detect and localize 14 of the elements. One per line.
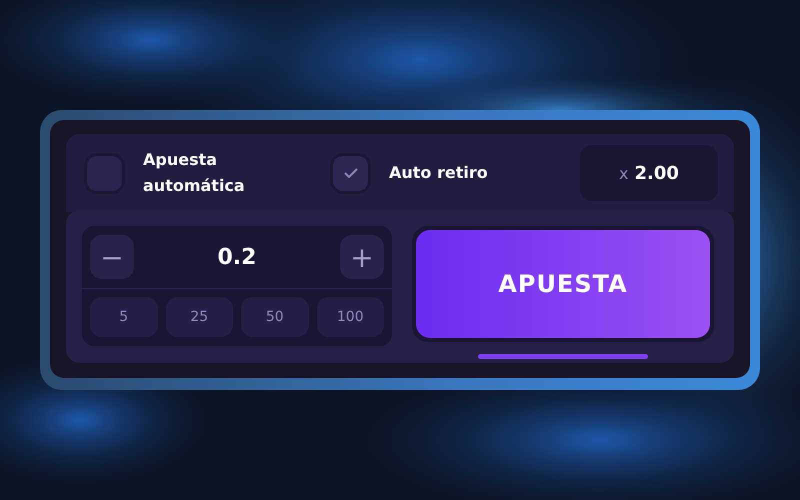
amount-button[interactable]: 100 (316, 297, 384, 337)
amount-button[interactable]: 25 (166, 297, 233, 337)
amount-button[interactable]: 50 (241, 297, 308, 337)
multiplier-field[interactable]: x 2.00 (580, 145, 718, 201)
auto-bet-label: Apuesta automática (143, 149, 246, 197)
bet-button[interactable]: APUESTA (416, 230, 710, 338)
plus-button[interactable]: + (340, 235, 384, 279)
minus-button[interactable]: − (90, 235, 134, 279)
check-icon (344, 168, 358, 178)
stake-value: 0.2 (218, 244, 256, 270)
checkbox[interactable] (333, 156, 368, 190)
checkbox[interactable] (87, 156, 122, 190)
amount-button[interactable]: 5 (90, 297, 158, 337)
auto-cashout-label: Auto retiro (389, 162, 488, 184)
